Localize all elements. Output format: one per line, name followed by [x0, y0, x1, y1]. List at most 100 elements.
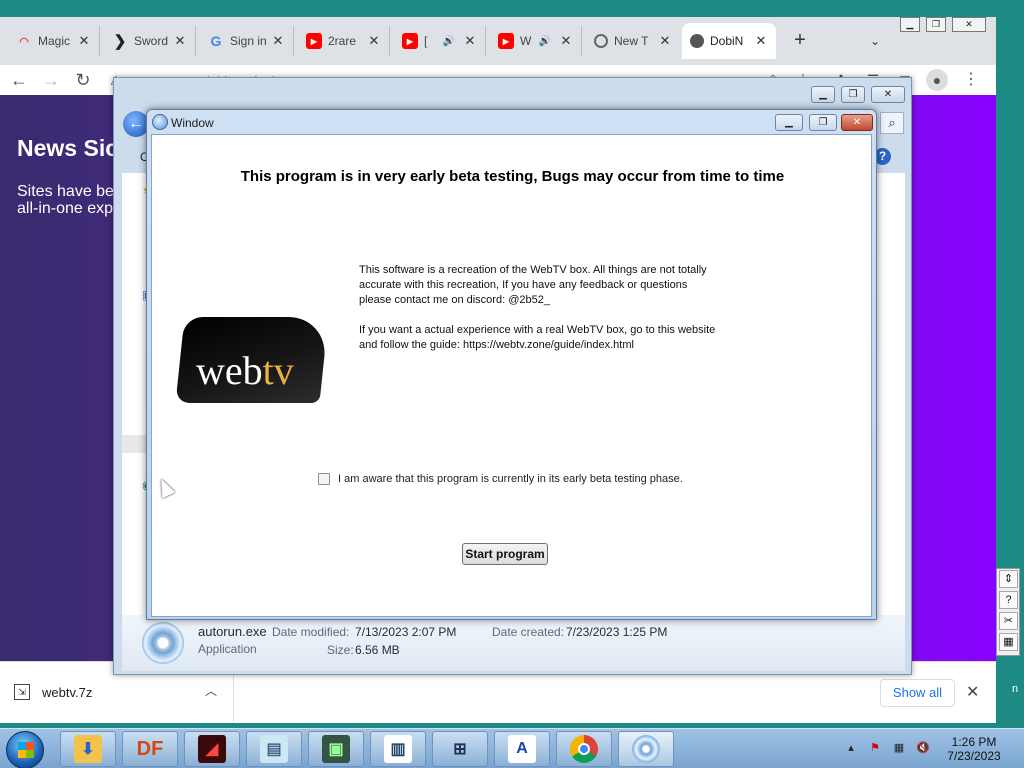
- chrome-icon: [570, 735, 598, 763]
- page-description-line: Sites have be: [17, 183, 114, 200]
- action-center-icon[interactable]: ⚑: [868, 741, 882, 755]
- webtv-logo-text: webtv: [196, 347, 294, 394]
- close-icon[interactable]: ✕: [658, 33, 672, 49]
- minimize-button[interactable]: ▁: [811, 86, 835, 103]
- rainbow-icon: ◠: [19, 35, 29, 48]
- speaker-icon[interactable]: 🔊: [443, 36, 455, 47]
- taskbar-cd-app[interactable]: [618, 731, 674, 767]
- tab-search-chevron-icon[interactable]: ⌄: [870, 34, 880, 48]
- close-icon[interactable]: ✕: [271, 33, 285, 49]
- minimize-button[interactable]: ▁: [775, 114, 803, 131]
- maximize-button[interactable]: ❐: [926, 17, 946, 32]
- minimize-button[interactable]: ▁: [900, 17, 920, 32]
- windows-flag-icon: [18, 742, 34, 758]
- close-icon[interactable]: ✕: [559, 33, 573, 49]
- size-value: 6.56 MB: [355, 643, 400, 657]
- taskbar-red-app[interactable]: ◢: [184, 731, 240, 767]
- beta-heading: This program is in very early beta testi…: [240, 168, 785, 185]
- tab-label: Sword: [134, 34, 169, 48]
- taskbar-network[interactable]: ⊞: [432, 731, 488, 767]
- network-tray-icon[interactable]: ▦: [892, 741, 906, 755]
- tab-new-tab[interactable]: New T ✕: [586, 26, 680, 56]
- info-text: This software is a recreation of the Web…: [359, 263, 719, 368]
- close-icon[interactable]: ✕: [77, 33, 91, 49]
- notepad-icon: ▤: [260, 735, 288, 763]
- tab-magic[interactable]: ◠ Magic ✕: [8, 26, 100, 56]
- tab-youtube-audio-2[interactable]: ▶ W 🔊 ✕: [490, 26, 582, 56]
- taskbar-document[interactable]: ▥: [370, 731, 426, 767]
- youtube-icon: ▶: [402, 33, 418, 49]
- show-all-button[interactable]: Show all: [880, 679, 955, 707]
- tab-2rare[interactable]: ▶ 2rare ✕: [298, 26, 390, 56]
- agree-label[interactable]: I am aware that this program is currentl…: [338, 473, 683, 485]
- clock[interactable]: 1:26 PM 7/23/2023: [940, 735, 1008, 763]
- agree-checkbox-row[interactable]: I am aware that this program is currentl…: [318, 473, 683, 485]
- tab-label: New T: [614, 34, 649, 48]
- taskbar-explorer[interactable]: ⬇: [60, 731, 116, 767]
- size-label: Size:: [327, 643, 354, 657]
- close-icon[interactable]: ✕: [173, 33, 187, 49]
- details-pane: autorun.exe Application Date modified: 7…: [122, 615, 905, 671]
- network-icon: ⊞: [453, 741, 467, 758]
- back-arrow-icon[interactable]: ←: [8, 69, 30, 91]
- taskbar-chrome[interactable]: [556, 731, 612, 767]
- page-description: Sites have be all-in-one exp: [17, 183, 117, 217]
- tab-sword[interactable]: ❯ Sword ✕: [104, 26, 196, 56]
- profile-avatar-icon[interactable]: ●: [926, 69, 948, 91]
- google-icon: G: [210, 33, 222, 49]
- show-hidden-icons-icon[interactable]: ▴: [844, 741, 858, 755]
- tab-label: DobiN: [710, 34, 744, 48]
- scroll-icon[interactable]: ⇕: [999, 570, 1018, 588]
- agree-checkbox[interactable]: [318, 473, 330, 485]
- page-description-line: all-in-one exp: [17, 200, 114, 217]
- chrome-icon: [594, 34, 608, 48]
- maximize-button[interactable]: ❐: [841, 86, 865, 103]
- chevron-up-icon[interactable]: ︿: [205, 682, 217, 699]
- file-name: autorun.exe: [198, 624, 267, 639]
- start-program-button[interactable]: Start program: [462, 543, 548, 565]
- tab-sign-in[interactable]: G Sign in ✕: [200, 26, 294, 56]
- red-app-icon: ◢: [198, 735, 226, 763]
- scissors-icon[interactable]: ✂: [999, 612, 1018, 630]
- taskbar-notepad[interactable]: ▤: [246, 731, 302, 767]
- start-button[interactable]: [6, 731, 44, 768]
- speaker-icon[interactable]: 🔊: [539, 36, 551, 47]
- amplify-icon[interactable]: ▦: [999, 633, 1018, 651]
- info-paragraph: This software is a recreation of the Web…: [359, 264, 707, 306]
- download-filename: webtv.7z: [42, 684, 93, 700]
- cd-icon: [632, 735, 660, 763]
- taskbar-terminal[interactable]: ▣: [308, 731, 364, 767]
- help-icon[interactable]: ?: [999, 591, 1018, 609]
- df-icon: DF: [136, 737, 164, 760]
- tab-youtube-audio-1[interactable]: ▶ [ 🔊 ✕: [394, 26, 486, 56]
- tab-dobinet-active[interactable]: DobiN ✕: [682, 23, 776, 59]
- close-button[interactable]: ✕: [952, 17, 986, 32]
- menu-dots-icon[interactable]: ⋮: [960, 69, 982, 91]
- dialog-title: Window: [171, 116, 214, 130]
- reload-icon[interactable]: ↻: [72, 69, 94, 91]
- tab-label: 2rare: [328, 34, 357, 48]
- dialog-body: This program is in very early beta testi…: [151, 134, 872, 617]
- close-icon[interactable]: ✕: [463, 33, 477, 49]
- taskbar-wordpad[interactable]: A: [494, 731, 550, 767]
- forward-arrow-icon[interactable]: →: [40, 69, 62, 91]
- modified-value: 7/13/2023 2:07 PM: [355, 625, 457, 639]
- new-tab-button[interactable]: +: [790, 30, 810, 50]
- search-icon[interactable]: ⌕: [880, 112, 904, 134]
- volume-muted-icon[interactable]: 🔇: [916, 741, 930, 755]
- archive-file-icon: ⇲: [14, 684, 30, 700]
- download-item[interactable]: ⇲ webtv.7z: [14, 678, 234, 706]
- close-icon[interactable]: ✕: [966, 682, 979, 702]
- close-icon[interactable]: ✕: [367, 33, 381, 49]
- close-button[interactable]: ✕: [871, 86, 905, 103]
- taskbar-df[interactable]: DF: [122, 731, 178, 767]
- file-type: Application: [198, 642, 257, 656]
- chevron-right-icon: ❯: [113, 33, 127, 50]
- beta-warning-dialog: Window ▁ ❐ ✕ This program is in very ear…: [146, 109, 877, 620]
- tab-label: W: [520, 34, 532, 48]
- close-icon[interactable]: ✕: [754, 33, 768, 49]
- maximize-button[interactable]: ❐: [809, 114, 837, 131]
- tab-label: [: [424, 34, 428, 48]
- close-button[interactable]: ✕: [841, 114, 873, 131]
- globe-icon: [690, 34, 704, 48]
